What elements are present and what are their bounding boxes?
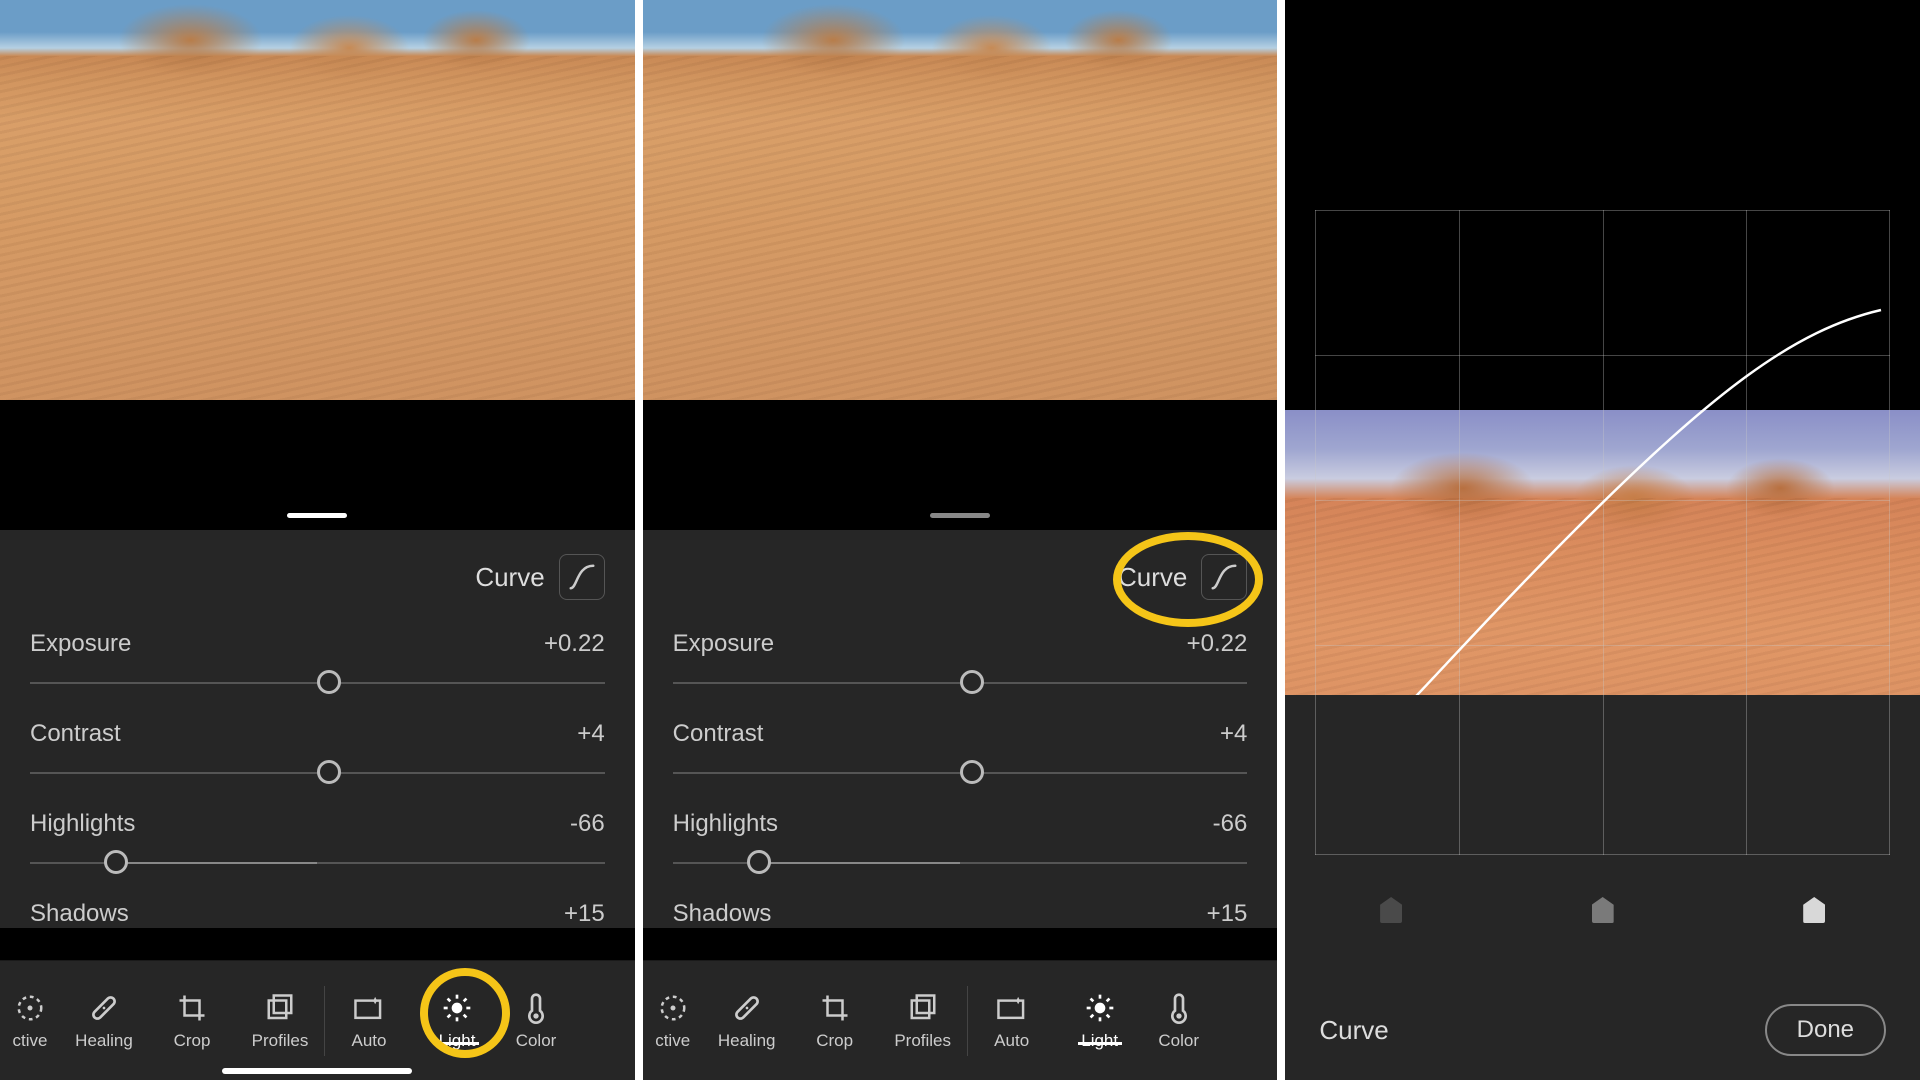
exposure-slider[interactable]: Exposure +0.22 bbox=[673, 630, 1248, 694]
midtones-split-knob[interactable] bbox=[1592, 897, 1614, 923]
profiles-icon bbox=[908, 991, 938, 1025]
slider-value: +4 bbox=[1220, 720, 1247, 748]
slider-value: -66 bbox=[570, 810, 605, 838]
photo-preview[interactable] bbox=[643, 0, 1278, 400]
light-controls: Curve Exposure +0.22 Contrast +4 bbox=[643, 530, 1278, 928]
bandage-icon bbox=[88, 991, 120, 1025]
tool-light[interactable]: Light bbox=[1056, 991, 1144, 1051]
slider-value: -66 bbox=[1213, 810, 1248, 838]
slider-value: +0.22 bbox=[1187, 630, 1248, 658]
profiles-icon bbox=[265, 991, 295, 1025]
tool-light[interactable]: Light bbox=[413, 991, 501, 1051]
slider-value: +15 bbox=[564, 900, 605, 928]
tool-auto[interactable]: Auto bbox=[325, 991, 413, 1051]
auto-icon bbox=[996, 991, 1028, 1025]
curve-icon bbox=[567, 562, 597, 592]
tool-auto[interactable]: Auto bbox=[968, 991, 1056, 1051]
tool-selective[interactable]: ctive bbox=[643, 991, 703, 1051]
tool-profiles[interactable]: Profiles bbox=[879, 991, 967, 1051]
drag-handle[interactable] bbox=[287, 513, 347, 518]
curve-button[interactable] bbox=[1201, 554, 1247, 600]
collapse-area bbox=[0, 400, 635, 530]
slider-label: Exposure bbox=[30, 630, 131, 658]
slider-label: Highlights bbox=[673, 810, 778, 838]
curve-footer-label: Curve bbox=[1319, 1015, 1388, 1046]
contrast-slider[interactable]: Contrast +4 bbox=[30, 720, 605, 784]
contrast-slider[interactable]: Contrast +4 bbox=[673, 720, 1248, 784]
curve-label: Curve bbox=[1118, 562, 1187, 593]
crop-icon bbox=[820, 991, 850, 1025]
target-icon bbox=[15, 991, 45, 1025]
panel-light-selected: Curve Exposure +0.22 Contrast +4 bbox=[0, 0, 635, 1080]
drag-handle[interactable] bbox=[930, 513, 990, 518]
tone-region-sliders[interactable] bbox=[1285, 880, 1920, 940]
shadows-slider[interactable]: Shadows +15 bbox=[30, 900, 605, 928]
home-indicator[interactable] bbox=[222, 1068, 412, 1074]
tool-selective[interactable]: ctive bbox=[0, 991, 60, 1051]
three-panel-tutorial: Curve Exposure +0.22 Contrast +4 bbox=[0, 0, 1920, 1080]
curve-footer: Curve Done bbox=[1285, 980, 1920, 1080]
auto-icon bbox=[353, 991, 385, 1025]
tool-color[interactable]: Color bbox=[501, 991, 571, 1051]
panel-curve-highlighted: Curve Exposure +0.22 Contrast +4 bbox=[643, 0, 1278, 1080]
bandage-icon bbox=[731, 991, 763, 1025]
slider-value: +15 bbox=[1207, 900, 1248, 928]
thermometer-icon bbox=[525, 991, 547, 1025]
panel-curve-editor: Curve Done bbox=[1285, 0, 1920, 1080]
target-icon bbox=[658, 991, 688, 1025]
exposure-slider[interactable]: Exposure +0.22 bbox=[30, 630, 605, 694]
tool-healing[interactable]: Healing bbox=[60, 991, 148, 1051]
crop-icon bbox=[177, 991, 207, 1025]
done-button[interactable]: Done bbox=[1765, 1004, 1886, 1056]
slider-label: Shadows bbox=[673, 900, 772, 928]
light-controls: Curve Exposure +0.22 Contrast +4 bbox=[0, 530, 635, 928]
curve-button[interactable] bbox=[559, 554, 605, 600]
highlights-slider[interactable]: Highlights -66 bbox=[30, 810, 605, 874]
tool-crop[interactable]: Crop bbox=[148, 991, 236, 1051]
slider-label: Contrast bbox=[30, 720, 121, 748]
slider-value: +0.22 bbox=[544, 630, 605, 658]
tool-color[interactable]: Color bbox=[1144, 991, 1214, 1051]
bottom-toolbar: ctive Healing Crop Profiles Auto Light bbox=[0, 960, 635, 1080]
thermometer-icon bbox=[1168, 991, 1190, 1025]
curve-icon bbox=[1209, 562, 1239, 592]
curve-label: Curve bbox=[475, 562, 544, 593]
sun-icon bbox=[441, 991, 473, 1025]
shadows-split-knob[interactable] bbox=[1380, 897, 1402, 923]
slider-label: Exposure bbox=[673, 630, 774, 658]
letterbox-top bbox=[1285, 0, 1920, 205]
shadows-slider[interactable]: Shadows +15 bbox=[673, 900, 1248, 928]
collapse-area bbox=[643, 400, 1278, 530]
sun-icon bbox=[1084, 991, 1116, 1025]
highlights-split-knob[interactable] bbox=[1803, 897, 1825, 923]
slider-label: Shadows bbox=[30, 900, 129, 928]
highlights-slider[interactable]: Highlights -66 bbox=[673, 810, 1248, 874]
tool-crop[interactable]: Crop bbox=[791, 991, 879, 1051]
slider-label: Highlights bbox=[30, 810, 135, 838]
tool-healing[interactable]: Healing bbox=[703, 991, 791, 1051]
slider-value: +4 bbox=[577, 720, 604, 748]
bottom-toolbar: ctive Healing Crop Profiles Auto Light bbox=[643, 960, 1278, 1080]
slider-label: Contrast bbox=[673, 720, 764, 748]
tool-profiles[interactable]: Profiles bbox=[236, 991, 324, 1051]
photo-preview[interactable] bbox=[0, 0, 635, 400]
